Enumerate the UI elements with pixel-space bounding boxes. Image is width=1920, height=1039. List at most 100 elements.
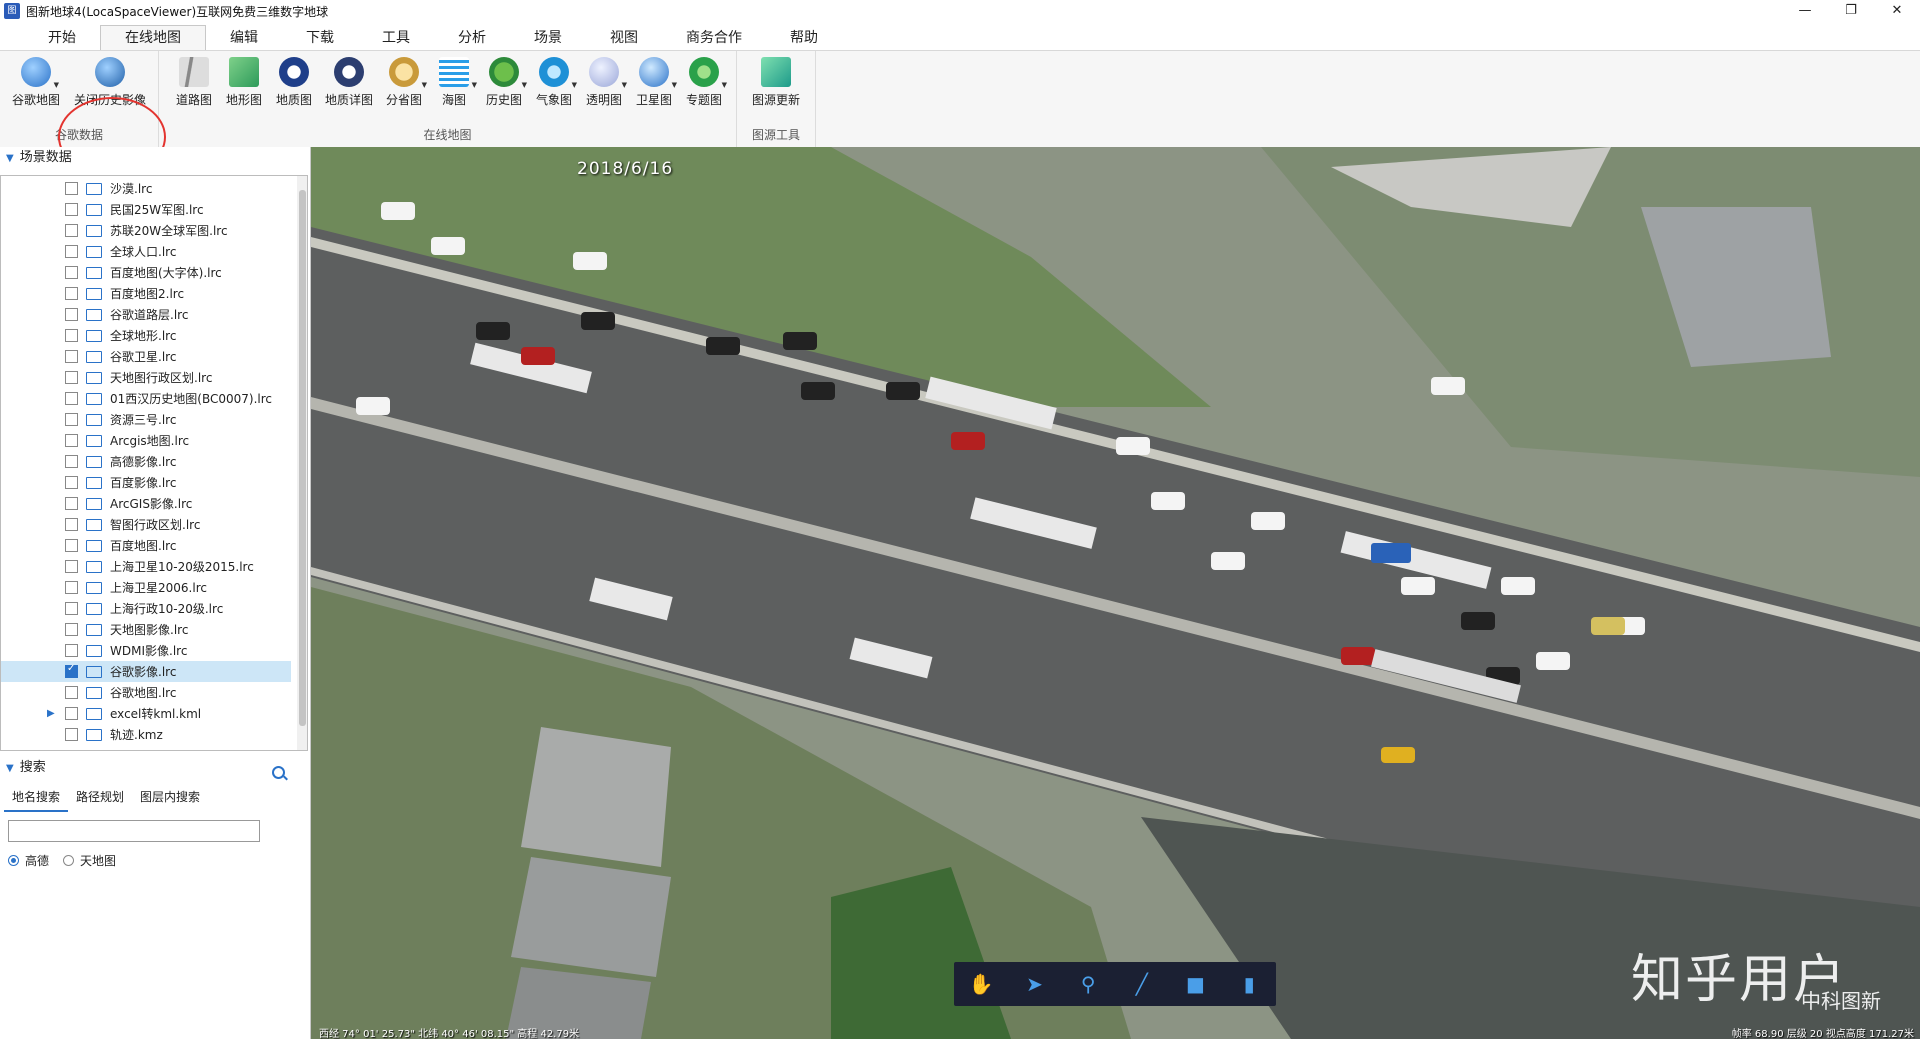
tab-edit[interactable]: 编辑 xyxy=(206,26,282,50)
marker-icon[interactable]: ⚲ xyxy=(1076,972,1100,996)
tab-scene[interactable]: 场景 xyxy=(510,26,586,50)
radio-tianditu[interactable]: 天地图 xyxy=(63,852,116,869)
tab-analysis[interactable]: 分析 xyxy=(434,26,510,50)
collapse-triangle-icon[interactable]: ▼ xyxy=(6,758,14,780)
tree-item[interactable]: 百度地图2.lrc xyxy=(1,283,291,304)
tree-item[interactable]: 01西汉历史地图(BC0007).lrc xyxy=(1,388,291,409)
weather-map-button[interactable]: ▼ 气象图 xyxy=(531,57,577,113)
tree-item-checkbox[interactable] xyxy=(65,686,78,699)
tree-item[interactable]: ArcGIS影像.lrc xyxy=(1,493,291,514)
tree-item[interactable]: 民国25W军图.lrc xyxy=(1,199,291,220)
tree-item[interactable]: 谷歌地图.lrc xyxy=(1,682,291,703)
tree-item[interactable]: 全球人口.lrc xyxy=(1,241,291,262)
tree-item[interactable]: 高德影像.lrc xyxy=(1,451,291,472)
search-icon[interactable] xyxy=(272,766,285,779)
transparent-map-button[interactable]: ▼ 透明图 xyxy=(581,57,627,113)
tree-item-checkbox[interactable] xyxy=(65,707,78,720)
tree-item[interactable]: 上海卫星10-20级2015.lrc xyxy=(1,556,291,577)
tree-item[interactable]: Arcgis地图.lrc xyxy=(1,430,291,451)
polygon-icon[interactable]: ■ xyxy=(1183,972,1207,996)
tree-item-checkbox[interactable] xyxy=(65,560,78,573)
tree-item[interactable]: 轨迹.kmz xyxy=(1,724,291,745)
tab-tools[interactable]: 工具 xyxy=(358,26,434,50)
tree-item-checkbox[interactable] xyxy=(65,518,78,531)
terrain-map-button[interactable]: 地形图 xyxy=(221,57,267,113)
tree-item-checkbox[interactable] xyxy=(65,224,78,237)
tree-item[interactable]: 百度地图(大字体).lrc xyxy=(1,262,291,283)
scrollbar-thumb[interactable] xyxy=(299,190,306,726)
tree-item-checkbox[interactable] xyxy=(65,497,78,510)
tree-item-checkbox[interactable] xyxy=(65,728,78,741)
search-header[interactable]: ▼ 搜索 xyxy=(0,757,310,779)
source-update-button[interactable]: 图源更新 xyxy=(747,57,805,113)
tree-item-checkbox[interactable] xyxy=(65,308,78,321)
tree-item[interactable]: 苏联20W全球军图.lrc xyxy=(1,220,291,241)
tree-item-checkbox[interactable] xyxy=(65,581,78,594)
tree-item-checkbox[interactable] xyxy=(65,476,78,489)
tree-item[interactable]: 全球地形.lrc xyxy=(1,325,291,346)
tree-item-checkbox[interactable] xyxy=(65,455,78,468)
tree-item[interactable]: 天地图影像.lrc xyxy=(1,619,291,640)
line-icon[interactable]: ╱ xyxy=(1130,972,1154,996)
tree-item-checkbox[interactable] xyxy=(65,644,78,657)
tree-item-checkbox[interactable] xyxy=(65,392,78,405)
tree-item-checkbox[interactable] xyxy=(65,663,78,678)
tree-item[interactable]: 资源三号.lrc xyxy=(1,409,291,430)
pointer-icon[interactable]: ➤ xyxy=(1022,972,1046,996)
tab-business[interactable]: 商务合作 xyxy=(662,26,766,50)
tree-item-checkbox[interactable] xyxy=(65,413,78,426)
geology-detail-button[interactable]: 地质详图 xyxy=(321,57,377,113)
google-map-button[interactable]: ▼ 谷歌地图 xyxy=(10,57,62,113)
close-button[interactable]: ✕ xyxy=(1874,0,1920,22)
tree-item[interactable]: 百度地图.lrc xyxy=(1,535,291,556)
tree-item[interactable]: 谷歌道路层.lrc xyxy=(1,304,291,325)
tree-item-checkbox[interactable] xyxy=(65,203,78,216)
search-input[interactable] xyxy=(8,820,260,842)
tree-item[interactable]: 天地图行政区划.lrc xyxy=(1,367,291,388)
tree-item[interactable]: 谷歌卫星.lrc xyxy=(1,346,291,367)
tab-place-search[interactable]: 地名搜索 xyxy=(4,783,69,812)
thematic-map-button[interactable]: ▼ 专题图 xyxy=(681,57,727,113)
tree-item-checkbox[interactable] xyxy=(65,287,78,300)
tree-item-checkbox[interactable] xyxy=(65,539,78,552)
tab-route-planning[interactable]: 路径规划 xyxy=(68,783,132,812)
tree-item[interactable]: 沙漠.lrc xyxy=(1,178,291,199)
tree-item-checkbox[interactable] xyxy=(65,623,78,636)
tree-item-checkbox[interactable] xyxy=(65,434,78,447)
tree-item-checkbox[interactable] xyxy=(65,266,78,279)
tree-scrollbar[interactable] xyxy=(297,176,307,750)
restore-button[interactable]: ❐ xyxy=(1828,0,1874,22)
tab-help[interactable]: 帮助 xyxy=(766,26,842,50)
tree-item[interactable]: ▶ excel转kml.kml xyxy=(1,703,291,724)
hand-icon[interactable]: ✋ xyxy=(969,972,994,996)
tab-view[interactable]: 视图 xyxy=(586,26,662,50)
tab-online-map[interactable]: 在线地图 xyxy=(100,25,206,50)
tree-item-checkbox[interactable] xyxy=(65,350,78,363)
tree-item[interactable]: 智图行政区划.lrc xyxy=(1,514,291,535)
expand-arrow-icon[interactable]: ▶ xyxy=(47,708,55,719)
road-map-button[interactable]: 道路图 xyxy=(171,57,217,113)
tree-item[interactable]: WDMI影像.lrc xyxy=(1,640,291,661)
tree-item-checkbox[interactable] xyxy=(65,371,78,384)
tab-download[interactable]: 下载 xyxy=(282,26,358,50)
satellite-map-button[interactable]: ▼ 卫星图 xyxy=(631,57,677,113)
collapse-triangle-icon[interactable]: ▼ xyxy=(6,148,14,170)
tree-item[interactable]: 百度影像.lrc xyxy=(1,472,291,493)
province-map-button[interactable]: ▼ 分省图 xyxy=(381,57,427,113)
tree-item-checkbox[interactable] xyxy=(65,182,78,195)
minimize-button[interactable]: — xyxy=(1782,0,1828,22)
tree-item[interactable]: 上海行政10-20级.lrc xyxy=(1,598,291,619)
geology-map-button[interactable]: 地质图 xyxy=(271,57,317,113)
chart-icon[interactable]: ▮ xyxy=(1237,972,1261,996)
tree-item[interactable]: 谷歌影像.lrc xyxy=(1,661,291,682)
history-map-button[interactable]: ▼ 历史图 xyxy=(481,57,527,113)
sea-map-button[interactable]: ▼ 海图 xyxy=(431,57,477,113)
map-view[interactable]: 2018/6/16 ✋ ➤ ⚲ ╱ ■ ▮ 知乎用户 中科图新 西经 74° 0… xyxy=(311,147,1920,1039)
tab-start[interactable]: 开始 xyxy=(24,26,100,50)
tree-item-checkbox[interactable] xyxy=(65,329,78,342)
tree-item-checkbox[interactable] xyxy=(65,245,78,258)
radio-gaode[interactable]: 高德 xyxy=(8,852,49,869)
tree-item-checkbox[interactable] xyxy=(65,602,78,615)
tab-layer-search[interactable]: 图层内搜索 xyxy=(132,783,208,812)
tree-item[interactable]: 上海卫星2006.lrc xyxy=(1,577,291,598)
